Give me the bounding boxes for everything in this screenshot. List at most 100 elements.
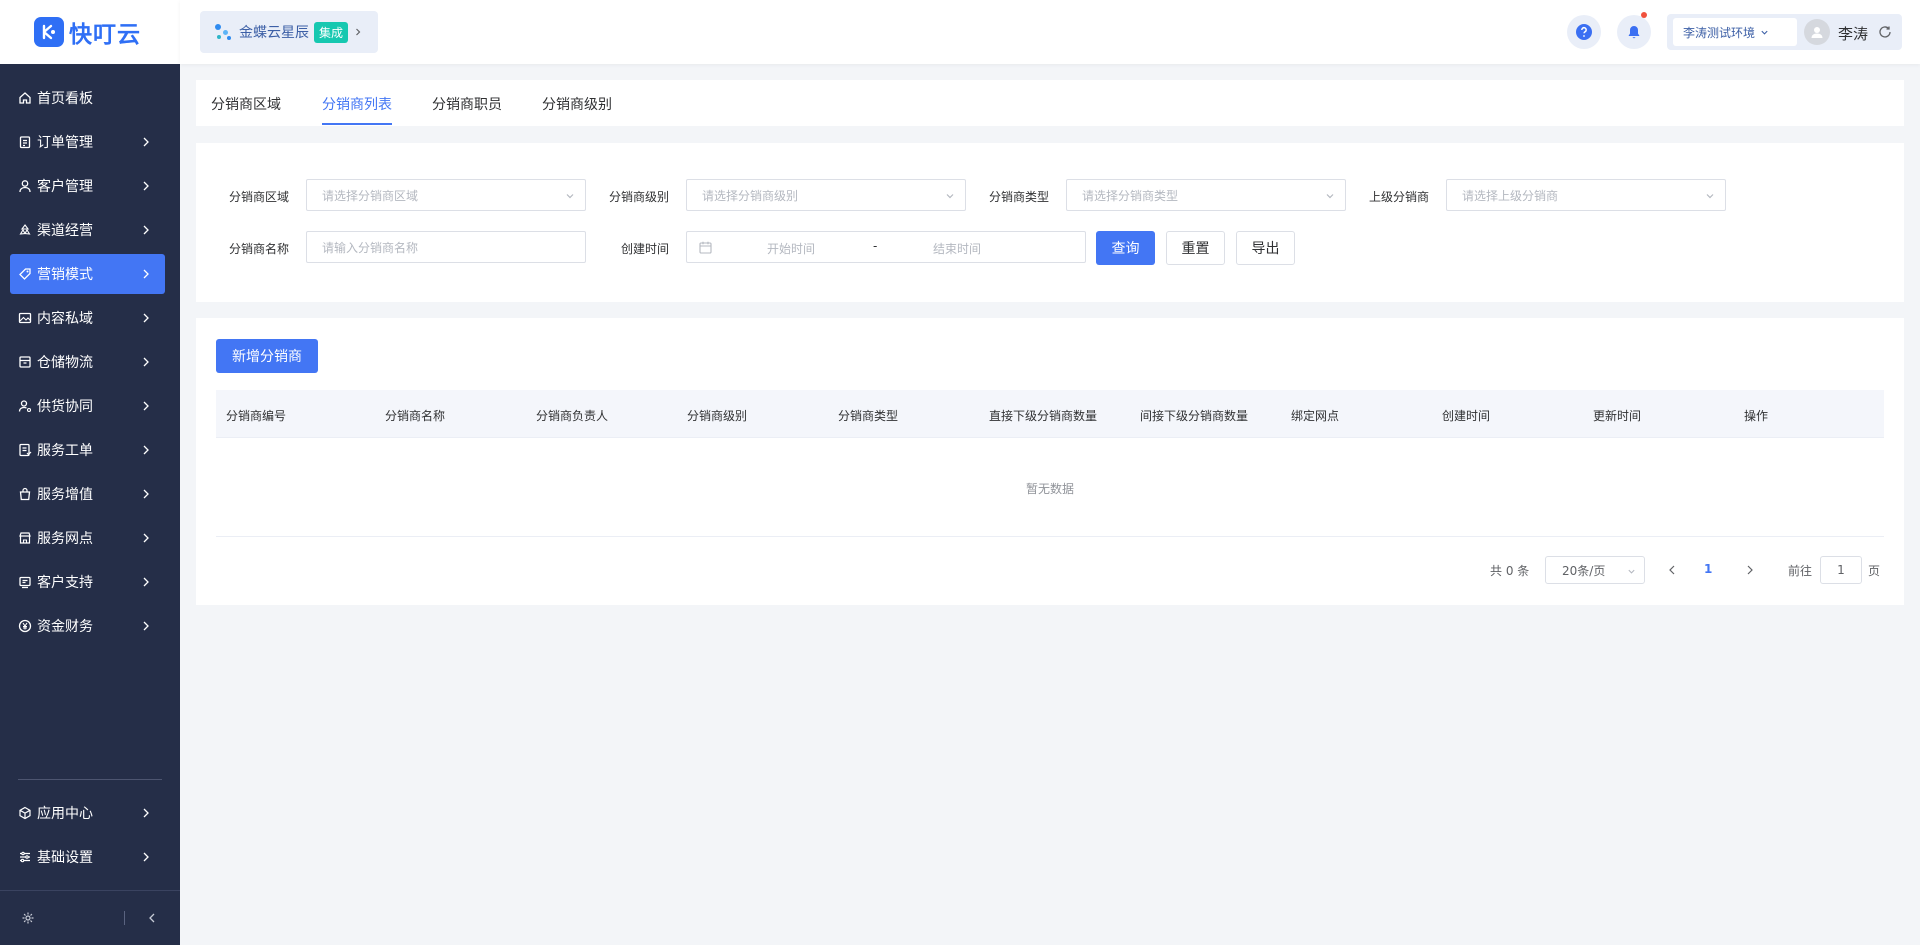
end-date-input[interactable]: 结束时间 xyxy=(933,240,981,257)
name-input[interactable]: 请输入分销商名称 xyxy=(306,231,586,263)
page-size-select[interactable]: 20条/页 xyxy=(1545,556,1645,584)
bag-icon xyxy=(18,487,32,501)
help-icon xyxy=(1576,24,1592,40)
level-filter-label: 分销商级别 xyxy=(609,190,670,204)
total-count: 共 0 条 xyxy=(1490,564,1530,578)
chevron-right-icon xyxy=(356,28,361,36)
column-header: 分销商负责人 xyxy=(536,409,609,423)
level-select[interactable]: 请选择分销商级别 xyxy=(686,179,966,211)
support-icon xyxy=(18,575,32,589)
chevron-right-icon xyxy=(143,225,149,235)
sidebar-item-customers[interactable]: 客户管理 xyxy=(10,166,165,206)
sidebar-item-finance[interactable]: 资金财务 xyxy=(10,606,165,646)
export-button[interactable]: 导出 xyxy=(1236,231,1295,265)
tab-distributor-level[interactable]: 分销商级别 xyxy=(542,94,612,114)
sidebar-item-label: 资金财务 xyxy=(37,619,93,635)
tab-distributor-list[interactable]: 分销商列表 xyxy=(322,94,392,114)
chevron-right-icon xyxy=(143,137,149,147)
cube-icon xyxy=(18,806,32,820)
sidebar-item-supply[interactable]: 供货协同 xyxy=(10,386,165,426)
goto-page-input[interactable]: 1 xyxy=(1820,556,1862,584)
home-icon xyxy=(18,91,32,105)
gear-icon[interactable] xyxy=(21,911,35,925)
help-button[interactable] xyxy=(1567,15,1601,49)
chevron-down-icon xyxy=(946,194,954,199)
tab-distributor-region[interactable]: 分销商区域 xyxy=(211,94,281,114)
empty-state-text: 暂无数据 xyxy=(1025,482,1074,496)
chevron-right-icon xyxy=(143,181,149,191)
sidebar-bottom-nav: 应用中心 基础设置 xyxy=(0,793,180,881)
notification-button[interactable] xyxy=(1617,12,1651,49)
calendar-icon xyxy=(699,241,712,254)
column-header: 创建时间 xyxy=(1442,409,1491,423)
user-icon xyxy=(18,179,32,193)
ticket-icon xyxy=(18,443,32,457)
sidebar-item-channels[interactable]: 渠道经营 xyxy=(10,210,165,250)
tab-distributor-staff[interactable]: 分销商职员 xyxy=(432,94,502,114)
chevron-right-icon xyxy=(143,808,149,818)
user-cog-icon xyxy=(18,399,32,413)
refresh-icon[interactable] xyxy=(1878,25,1892,39)
parent-distributor-select[interactable]: 请选择上级分销商 xyxy=(1446,179,1726,211)
sidebar-item-label: 服务工单 xyxy=(37,443,93,459)
avatar[interactable] xyxy=(1804,19,1830,45)
user-name[interactable]: 李涛 xyxy=(1838,23,1868,44)
column-header: 更新时间 xyxy=(1593,409,1642,423)
sidebar-item-label: 基础设置 xyxy=(37,850,93,866)
user-avatar-icon xyxy=(1811,27,1823,38)
sidebar-item-label: 客户支持 xyxy=(37,575,93,591)
sidebar-item-warehouse[interactable]: 仓储物流 xyxy=(10,342,165,382)
sidebar-item-customer-support[interactable]: 客户支持 xyxy=(10,562,165,602)
clipboard-icon xyxy=(18,135,32,149)
sidebar-item-content[interactable]: 内容私域 xyxy=(10,298,165,338)
chevron-right-icon xyxy=(143,852,149,862)
date-range-separator: - xyxy=(873,239,878,253)
sidebar-item-marketing[interactable]: 营销模式 xyxy=(10,254,165,294)
sidebar-item-service-orders[interactable]: 服务工单 xyxy=(10,430,165,470)
integration-chip[interactable]: 金蝶云星辰 集成 xyxy=(200,11,378,53)
sidebar-item-label: 服务增值 xyxy=(37,487,93,503)
active-tab-indicator xyxy=(322,123,392,125)
page-number-current[interactable]: 1 xyxy=(1704,562,1712,576)
sidebar-item-label: 订单管理 xyxy=(37,135,93,151)
add-distributor-button[interactable]: 新增分销商 xyxy=(216,339,318,373)
region-filter-label: 分销商区域 xyxy=(229,190,290,204)
chevron-right-icon xyxy=(143,621,149,631)
sidebar-item-app-center[interactable]: 应用中心 xyxy=(10,793,165,833)
query-button[interactable]: 查询 xyxy=(1096,231,1155,265)
top-header: 金蝶云星辰 集成 李涛测试环境 李涛 xyxy=(180,0,1920,64)
created-date-range[interactable]: 开始时间 - 结束时间 xyxy=(686,231,1086,263)
type-filter-label: 分销商类型 xyxy=(989,190,1050,204)
sidebar-item-service-points[interactable]: 服务网点 xyxy=(10,518,165,558)
yen-icon xyxy=(18,619,32,633)
logo-icon xyxy=(34,17,64,47)
sidebar-item-value-added[interactable]: 服务增值 xyxy=(10,474,165,514)
chevron-right-icon xyxy=(143,489,149,499)
bell-icon xyxy=(1628,26,1640,39)
pagination: 共 0 条 20条/页 1 前往 1 页 xyxy=(196,556,1904,584)
page-size-value: 20条/页 xyxy=(1562,563,1606,578)
parent-filter-label: 上级分销商 xyxy=(1369,190,1430,204)
region-select[interactable]: 请选择分销商区域 xyxy=(306,179,586,211)
sidebar-item-orders[interactable]: 订单管理 xyxy=(10,122,165,162)
sidebar-item-label: 供货协同 xyxy=(37,399,93,415)
next-page-icon[interactable] xyxy=(1745,564,1755,576)
chevron-down-icon xyxy=(1761,30,1768,35)
box-icon xyxy=(18,355,32,369)
logo[interactable]: 快叮云 xyxy=(0,0,180,64)
type-select[interactable]: 请选择分销商类型 xyxy=(1066,179,1346,211)
sidebar-item-settings[interactable]: 基础设置 xyxy=(10,837,165,877)
reset-button[interactable]: 重置 xyxy=(1166,231,1225,265)
start-date-input[interactable]: 开始时间 xyxy=(767,240,815,257)
column-header: 分销商名称 xyxy=(385,409,446,423)
sidebar-nav: 首页看板 订单管理 客户管理 渠道经营 营销模式 内容私域 仓储物流 供货协同 … xyxy=(0,78,180,650)
environment-select[interactable]: 李涛测试环境 xyxy=(1673,18,1797,46)
collapse-sidebar-icon[interactable] xyxy=(145,911,159,925)
prev-page-icon[interactable] xyxy=(1667,564,1677,576)
store-icon xyxy=(18,531,32,545)
sidebar-item-dashboard[interactable]: 首页看板 xyxy=(10,78,165,118)
goto-unit: 页 xyxy=(1868,564,1881,578)
column-header: 间接下级分销商数量 xyxy=(1140,409,1249,423)
goto-label: 前往 xyxy=(1788,564,1813,578)
sidebar-item-label: 客户管理 xyxy=(37,179,93,195)
